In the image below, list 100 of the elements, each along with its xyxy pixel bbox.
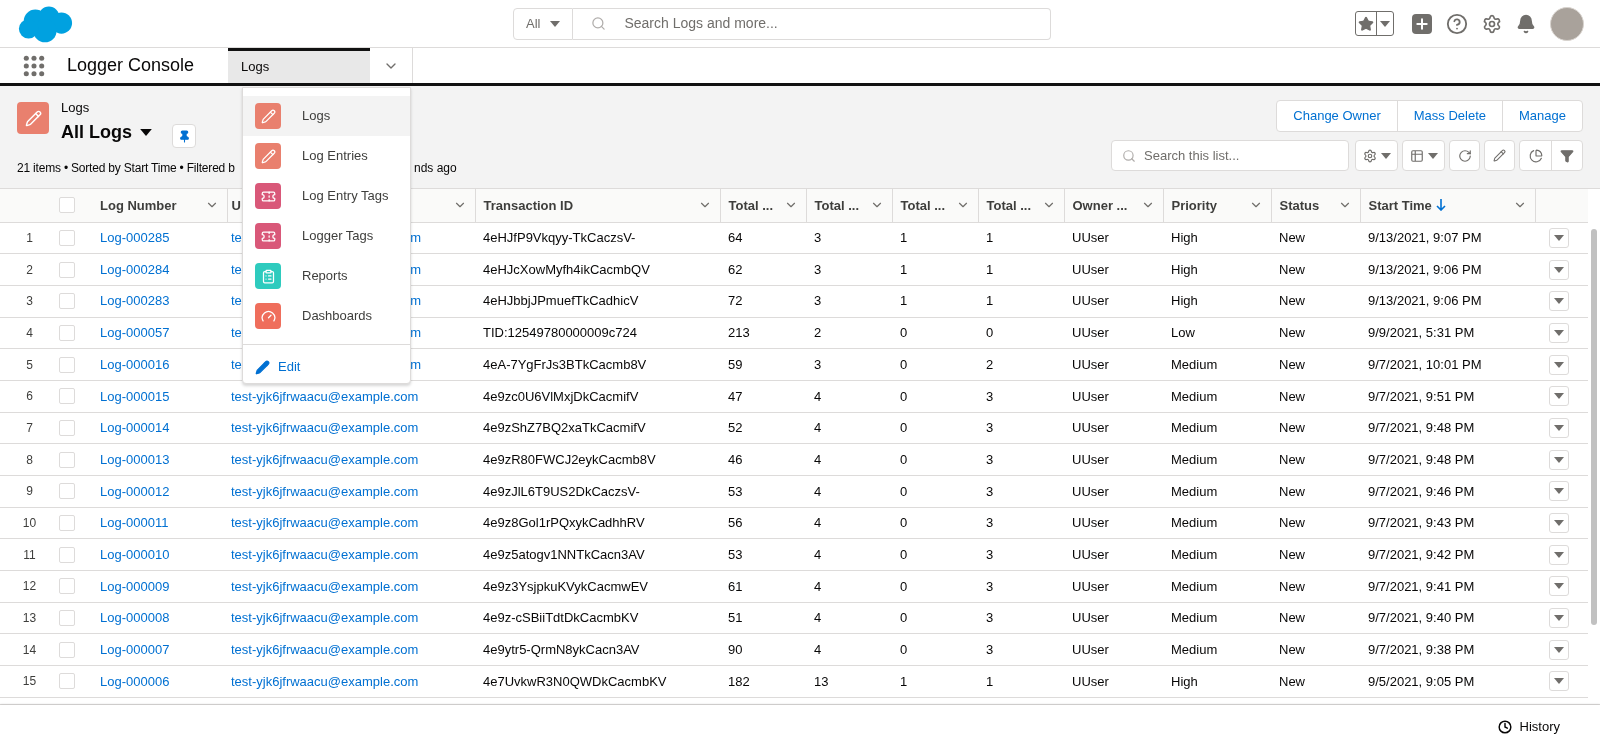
column-header[interactable]: Total ... [806,189,892,222]
row-checkbox[interactable] [59,293,75,310]
nav-menu-item[interactable]: Dashboards [243,296,410,336]
user-link[interactable]: te [231,228,242,248]
column-header[interactable]: Status [1271,189,1360,222]
edit-list-button[interactable] [1484,140,1515,171]
nav-menu-item[interactable]: Logs [243,96,410,136]
refresh-button[interactable] [1449,140,1480,171]
user-link[interactable]: test-yjk6jfrwaacu@example.com [231,388,419,404]
help-icon[interactable] [1446,12,1468,35]
row-checkbox[interactable] [59,261,75,278]
row-actions-button[interactable] [1549,671,1569,692]
row-actions-button[interactable] [1549,354,1569,375]
select-all-checkbox[interactable] [59,197,75,214]
row-actions-button[interactable] [1549,481,1569,502]
user-link[interactable]: m [410,354,421,375]
row-actions-button[interactable] [1549,639,1569,660]
row-checkbox[interactable] [59,578,75,595]
row-actions-button[interactable] [1549,513,1569,534]
user-link[interactable]: test-yjk6jfrwaacu@example.com [231,420,419,436]
list-search-input[interactable]: Search this list... [1144,145,1338,166]
log-number-link[interactable]: Log-000284 [100,261,170,277]
action-button[interactable]: Mass Delete [1396,101,1502,131]
list-search-field[interactable]: Search this list... [1111,140,1349,171]
user-link[interactable]: m [410,291,421,311]
log-number-link[interactable]: Log-000285 [100,230,170,246]
search-scope-select[interactable]: All [513,7,574,40]
user-link[interactable]: test-yjk6jfrwaacu@example.com [231,546,419,562]
column-header[interactable]: Priority [1163,189,1271,222]
user-link[interactable]: test-yjk6jfrwaacu@example.com [231,515,419,531]
row-actions-button[interactable] [1549,386,1569,407]
user-link[interactable]: test-yjk6jfrwaacu@example.com [231,642,419,658]
column-header[interactable]: Start Time [1360,189,1535,222]
user-avatar[interactable] [1550,6,1584,41]
pin-button[interactable] [172,124,196,148]
row-checkbox[interactable] [59,610,75,627]
log-number-link[interactable]: Log-000012 [100,483,170,499]
row-checkbox[interactable] [59,229,75,246]
column-header[interactable]: Total ... [720,189,806,222]
column-header[interactable]: Log Number [92,189,227,222]
notifications-icon[interactable] [1516,13,1536,34]
log-number-link[interactable]: Log-000011 [100,515,169,531]
global-search-field[interactable]: Search Logs and more... [624,13,1050,34]
row-actions-button[interactable] [1549,449,1569,470]
log-number-link[interactable]: Log-000009 [100,578,170,594]
edit-menu-button[interactable]: Edit [243,345,301,389]
user-link[interactable]: test-yjk6jfrwaacu@example.com [231,451,419,467]
user-link[interactable]: m [410,323,421,343]
log-number-link[interactable]: Log-000283 [100,293,170,309]
display-as-button[interactable] [1402,140,1445,171]
row-actions-button[interactable] [1549,576,1569,597]
user-link[interactable]: test-yjk6jfrwaacu@example.com [231,610,419,626]
row-checkbox[interactable] [59,451,75,468]
log-number-link[interactable]: Log-000057 [100,325,170,341]
user-link[interactable]: te [231,354,242,375]
list-settings-button[interactable] [1355,140,1398,171]
global-search-box[interactable]: Search Logs and more... [573,7,1051,40]
user-link[interactable]: te [231,259,242,280]
nav-tab[interactable]: Logs [228,48,370,83]
column-header[interactable]: Owner ... [1064,189,1163,222]
column-header[interactable]: Total ... [978,189,1064,222]
user-link[interactable]: test-yjk6jfrwaacu@example.com [231,673,419,689]
log-number-link[interactable]: Log-000015 [100,388,170,404]
log-number-link[interactable]: Log-000013 [100,451,170,467]
log-number-link[interactable]: Log-000006 [100,673,170,689]
row-checkbox[interactable] [59,388,75,405]
row-checkbox[interactable] [59,546,75,563]
log-number-link[interactable]: Log-000016 [100,356,170,372]
nav-menu-item[interactable]: Log Entry Tags [243,176,410,216]
history-button[interactable]: History [1497,716,1560,737]
action-button[interactable]: Change Owner [1277,101,1397,131]
log-number-link[interactable]: Log-000007 [100,642,170,658]
user-link[interactable]: test-yjk6jfrwaacu@example.com [231,578,419,594]
row-checkbox[interactable] [59,515,75,532]
scrollbar[interactable] [1591,229,1597,625]
column-header[interactable]: Transaction ID [475,189,720,222]
list-view-title[interactable]: All Logs [61,121,132,143]
row-actions-button[interactable] [1549,608,1569,629]
nav-menu-item[interactable]: Reports [243,256,410,296]
log-number-link[interactable]: Log-000010 [100,546,170,562]
nav-menu-item[interactable]: Logger Tags [243,216,410,256]
log-number-link[interactable]: Log-000008 [100,610,170,626]
user-link[interactable]: te [231,291,242,311]
user-link[interactable]: te [231,323,242,343]
row-checkbox[interactable] [59,324,75,341]
row-actions-button[interactable] [1549,544,1569,565]
row-actions-button[interactable] [1549,227,1569,248]
nav-menu-item[interactable]: Log Entries [243,136,410,176]
column-header[interactable]: Total ... [892,189,978,222]
row-actions-button[interactable] [1549,291,1569,312]
action-button[interactable]: Manage [1502,101,1582,131]
row-actions-button[interactable] [1549,322,1569,343]
user-link[interactable]: m [410,228,421,248]
row-checkbox[interactable] [59,356,75,373]
user-link[interactable]: test-yjk6jfrwaacu@example.com [231,483,419,499]
settings-icon[interactable] [1482,13,1502,34]
row-checkbox[interactable] [59,673,75,690]
user-link[interactable]: m [410,259,421,280]
row-checkbox[interactable] [59,483,75,500]
row-checkbox[interactable] [59,419,75,436]
